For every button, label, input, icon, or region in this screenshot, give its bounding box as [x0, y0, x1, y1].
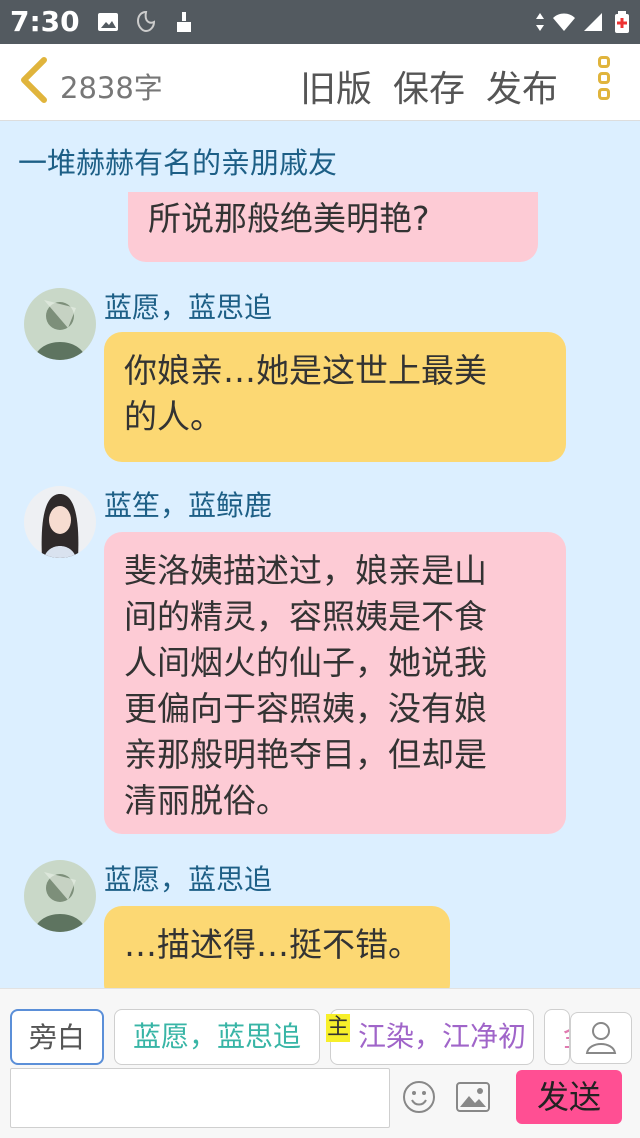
message-bubble[interactable]: …描述得…挺不错。: [104, 906, 450, 988]
avatar[interactable]: [24, 288, 96, 360]
top-app-bar: 2838字 旧版 保存 发布: [0, 44, 640, 121]
app-icon: [136, 10, 156, 33]
message-bubble[interactable]: 你娘亲…她是这世上最美 的人。: [104, 332, 566, 462]
emoji-icon[interactable]: [402, 1080, 436, 1114]
message-text: …描述得…挺不错。: [124, 925, 421, 964]
user-icon: [585, 1022, 617, 1054]
role-chip-narrator[interactable]: 旁白: [10, 1009, 104, 1065]
more-menu-icon[interactable]: [592, 56, 616, 112]
battery-icon: [615, 11, 629, 33]
main-role-badge: 主: [326, 1014, 350, 1042]
old-version-button[interactable]: 旧版: [300, 60, 372, 112]
picture-icon[interactable]: [456, 1082, 490, 1112]
message-bubble[interactable]: 斐洛姨描述过，娘亲是山 间的精灵，容照姨是不食 人间烟火的仙子，她说我 更偏向于…: [104, 532, 566, 834]
avatar[interactable]: [24, 486, 96, 558]
status-time: 7:30: [10, 5, 80, 38]
send-button[interactable]: 发送: [516, 1070, 622, 1124]
word-count: 2838字: [60, 71, 163, 105]
save-button[interactable]: 保存: [393, 60, 465, 112]
role-chip[interactable]: 江染，江净初: [330, 1009, 534, 1065]
message-input[interactable]: [10, 1068, 390, 1128]
chat-title: 一堆赫赫有名的亲朋戚友: [18, 146, 338, 180]
chat-area[interactable]: 一堆赫赫有名的亲朋戚友 所说那般绝美明艳? 蓝愿，蓝思追 你娘亲…她是这世上最美…: [0, 120, 640, 988]
user-button[interactable]: [570, 1012, 632, 1064]
image-icon: [98, 13, 118, 31]
role-chip[interactable]: 蓝愿，蓝思追: [114, 1009, 320, 1065]
speaker-name: 蓝愿，蓝思追: [104, 863, 273, 896]
composer: 发送: [0, 1066, 640, 1138]
speaker-name: 蓝愿，蓝思追: [104, 291, 273, 324]
back-chevron-icon[interactable]: [14, 56, 54, 104]
message-text: 所说那般绝美明艳?: [148, 199, 430, 238]
signal-icon: [584, 13, 602, 31]
message-text-line: 的人。: [124, 397, 223, 436]
message-bubble[interactable]: 所说那般绝美明艳?: [128, 192, 538, 262]
status-bar: 7:30: [0, 0, 640, 44]
avatar[interactable]: [24, 860, 96, 932]
message-text-line: 更偏向于容照姨，没有娘: [124, 689, 487, 728]
message-text-line: 清丽脱俗。: [124, 781, 289, 820]
role-selector-bar: 旁白 蓝愿，蓝思追 江染，江净初 金: [0, 988, 640, 1067]
cleaning-icon: [177, 12, 191, 32]
role-chip[interactable]: 金: [544, 1009, 570, 1065]
publish-button[interactable]: 发布: [486, 60, 558, 112]
speaker-name: 蓝笙，蓝鲸鹿: [104, 489, 273, 522]
message-text-line: 你娘亲…她是这世上最美: [124, 351, 487, 390]
wifi-icon: [553, 13, 575, 31]
message-text-line: 人间烟火的仙子，她说我: [124, 643, 487, 682]
message-text-line: 间的精灵，容照姨是不食: [124, 597, 487, 636]
message-text-line: 斐洛姨描述过，娘亲是山: [124, 551, 487, 590]
message-text-line: 亲那般明艳夺目，但却是: [124, 735, 487, 774]
